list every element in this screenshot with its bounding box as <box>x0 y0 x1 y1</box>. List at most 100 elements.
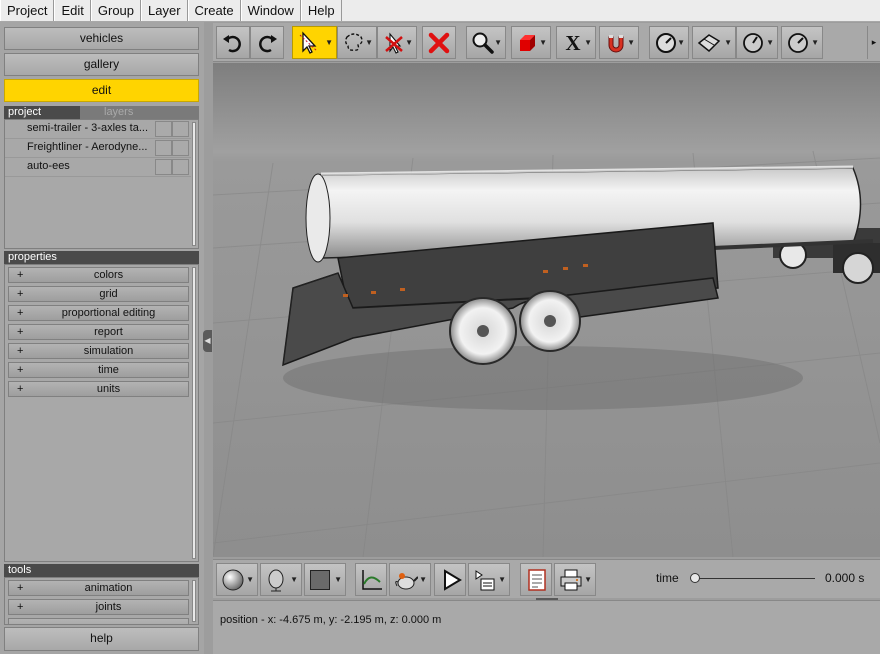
chevron-down-icon[interactable]: ▼ <box>498 575 506 584</box>
axis-constraint-button[interactable]: X ▼ <box>556 26 596 59</box>
teapot-button[interactable]: ▼ <box>389 563 431 596</box>
property-simulation[interactable]: + simulation <box>8 343 189 359</box>
visibility-toggle[interactable] <box>155 159 172 175</box>
time-slider[interactable] <box>695 578 815 579</box>
3d-viewport[interactable] <box>213 63 880 557</box>
project-tabs: project layers <box>4 106 199 119</box>
rotate-button[interactable]: ▼ <box>736 26 778 59</box>
gallery-button[interactable]: gallery <box>4 53 199 76</box>
expand-icon: + <box>17 307 24 319</box>
undo-button[interactable] <box>216 26 250 59</box>
color-swatch-icon <box>310 570 330 590</box>
sphere-icon <box>222 569 244 591</box>
chevron-down-icon[interactable]: ▼ <box>766 38 774 47</box>
magnet-icon <box>608 35 624 53</box>
chevron-down-icon[interactable]: ▼ <box>405 38 413 47</box>
tool-joints[interactable]: + joints <box>8 599 189 615</box>
menu-edit[interactable]: Edit <box>54 0 91 21</box>
list-item[interactable]: auto-ees <box>5 158 191 177</box>
chevron-down-icon[interactable]: ▼ <box>325 38 333 47</box>
menu-group[interactable]: Group <box>90 0 142 21</box>
property-units[interactable]: + units <box>8 381 189 397</box>
gauge-button[interactable]: ▼ <box>649 26 689 59</box>
lock-toggle[interactable] <box>172 140 189 156</box>
chevron-down-icon[interactable]: ▼ <box>334 575 342 584</box>
property-report[interactable]: + report <box>8 324 189 340</box>
edit-button[interactable]: edit <box>4 79 199 102</box>
lasso-tool-button[interactable]: ▼ <box>337 26 377 59</box>
list-item[interactable]: semi-trailer - 3-axles ta... <box>5 120 191 139</box>
background-color-button[interactable]: ▼ <box>304 563 346 596</box>
lock-toggle[interactable] <box>172 159 189 175</box>
help-button[interactable]: help <box>4 627 199 651</box>
menu-window[interactable]: Window <box>240 0 301 21</box>
rotate-2-button[interactable]: ▼ <box>781 26 823 59</box>
chevron-down-icon[interactable]: ▼ <box>584 38 592 47</box>
project-scrollbar[interactable] <box>192 122 196 246</box>
snap-button[interactable]: ▼ <box>599 26 639 59</box>
chevron-down-icon[interactable]: ▼ <box>724 38 732 47</box>
chevron-down-icon[interactable]: ▼ <box>539 38 547 47</box>
play-button[interactable] <box>434 563 466 596</box>
property-proportional-editing[interactable]: + proportional editing <box>8 305 189 321</box>
tab-layers[interactable]: layers <box>80 106 199 119</box>
shading-button[interactable]: ▼ <box>216 563 258 596</box>
plane-button[interactable]: ▼ <box>692 26 736 59</box>
gauge-icon <box>656 33 676 53</box>
chevron-down-icon[interactable]: ▼ <box>584 575 592 584</box>
chevron-down-icon[interactable]: ▼ <box>677 38 685 47</box>
property-colors[interactable]: + colors <box>8 267 189 283</box>
lock-toggle[interactable] <box>172 121 189 137</box>
toolbar-more-icon[interactable]: ▸ <box>867 26 880 59</box>
tools-scrollbar[interactable] <box>192 580 196 622</box>
list-item[interactable]: Freightliner - Aerodyne... <box>5 139 191 158</box>
chevron-down-icon[interactable]: ▼ <box>811 38 819 47</box>
property-label: units <box>96 383 121 395</box>
expand-icon: + <box>17 364 24 376</box>
view-head-button[interactable]: ▼ <box>260 563 302 596</box>
redo-button[interactable] <box>250 26 284 59</box>
time-slider-thumb[interactable] <box>690 573 700 583</box>
properties-scrollbar[interactable] <box>192 267 196 559</box>
main-toolbar: ▼ ▼ ▼ ▼ ▼ X ▼ ▼ ▼ ▼ ▼ ▼ ▸ <box>213 23 880 62</box>
delete-button[interactable] <box>422 26 456 59</box>
select-tool-button[interactable]: ▼ <box>292 26 337 59</box>
visibility-toggle[interactable] <box>155 121 172 137</box>
tool-next[interactable] <box>8 618 189 624</box>
property-time[interactable]: + time <box>8 362 189 378</box>
menu-bar: Project Edit Group Layer Create Window H… <box>0 0 880 22</box>
collapse-left-panel-icon[interactable]: ◀ <box>203 330 212 352</box>
menu-layer[interactable]: Layer <box>141 0 188 21</box>
chevron-down-icon[interactable]: ▼ <box>246 575 254 584</box>
expand-icon: + <box>17 345 24 357</box>
printer-icon <box>560 569 582 591</box>
graph-button[interactable] <box>355 563 387 596</box>
tool-animation[interactable]: + animation <box>8 580 189 596</box>
vehicles-button[interactable]: vehicles <box>4 27 199 50</box>
chevron-down-icon[interactable]: ▼ <box>494 38 502 47</box>
chevron-down-icon[interactable]: ▼ <box>290 575 298 584</box>
menu-help[interactable]: Help <box>300 0 342 21</box>
menu-create[interactable]: Create <box>187 0 241 21</box>
zoom-button[interactable]: ▼ <box>466 26 506 59</box>
position-readout: position - x: -4.675 m, y: -2.195 m, z: … <box>220 614 442 626</box>
menu-project[interactable]: Project <box>0 0 55 21</box>
redo-icon <box>259 35 277 53</box>
undo-icon <box>223 35 241 53</box>
visibility-toggle[interactable] <box>155 140 172 156</box>
property-label: grid <box>99 288 118 300</box>
deselect-button[interactable]: ▼ <box>377 26 417 59</box>
property-grid[interactable]: + grid <box>8 286 189 302</box>
create-box-button[interactable]: ▼ <box>511 26 551 59</box>
property-label: colors <box>93 269 124 281</box>
chevron-down-icon[interactable]: ▼ <box>365 38 373 47</box>
expand-icon: + <box>17 288 24 300</box>
tab-project[interactable]: project <box>8 106 80 119</box>
expand-icon: + <box>17 326 24 338</box>
render-options-button[interactable]: ▼ <box>468 563 510 596</box>
expand-icon: + <box>17 601 24 613</box>
report-button[interactable] <box>520 563 552 596</box>
chevron-down-icon[interactable]: ▼ <box>627 38 635 47</box>
print-button[interactable]: ▼ <box>554 563 596 596</box>
chevron-down-icon[interactable]: ▼ <box>419 575 427 584</box>
